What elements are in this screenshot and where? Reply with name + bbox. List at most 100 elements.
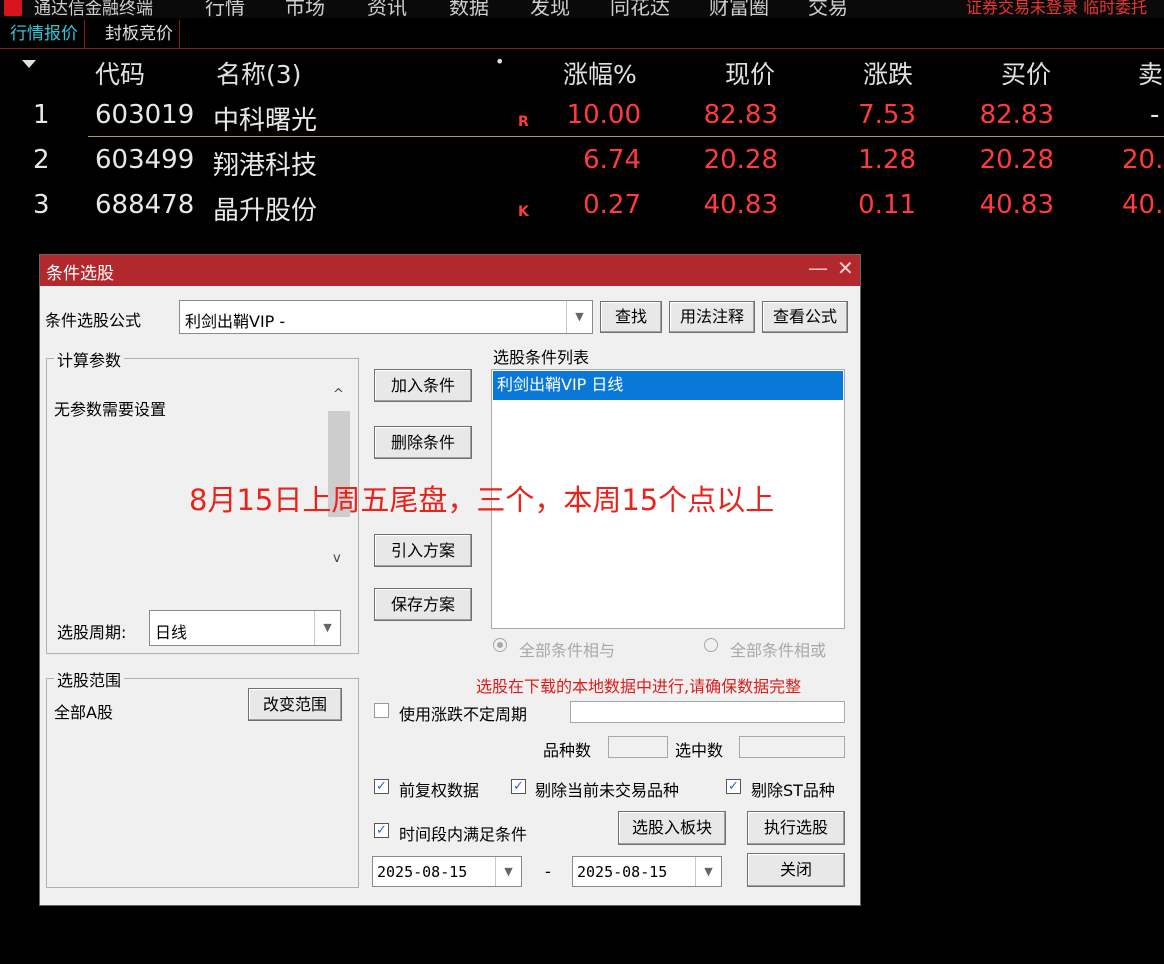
conditions-label: 选股条件列表 <box>493 348 590 367</box>
selected-field <box>739 736 845 758</box>
date-from-value: 2025-08-15 <box>377 863 468 881</box>
menu-item-wealth[interactable]: 财富圈 <box>709 0 769 18</box>
column-header-price[interactable]: 现价 <box>725 55 775 91</box>
execute-button[interactable]: 执行选股 <box>747 811 845 845</box>
top-menu-bar: 通达信金融终端 行情 市场 资讯 数据 发现 同花达 财富圈 交易 证券交易未登… <box>0 0 1164 18</box>
close-button[interactable]: 关闭 <box>747 853 845 887</box>
app-logo-icon <box>4 0 22 16</box>
exclude-untraded-checkbox[interactable]: ✓ <box>511 779 526 794</box>
formula-label: 条件选股公式 <box>45 311 142 330</box>
count-field <box>608 736 668 758</box>
sort-down-icon[interactable] <box>22 60 36 68</box>
menu-item-market[interactable]: 行情 <box>205 0 245 18</box>
overlay-annotation: 8月15日上周五尾盘，三个，本周15个点以上 <box>189 483 775 517</box>
row-change-pct: 6.74 <box>583 145 641 175</box>
save-scheme-button[interactable]: 保存方案 <box>374 588 472 621</box>
row-code: 688478 <box>95 190 195 220</box>
app-title: 通达信金融终端 <box>34 0 153 18</box>
import-scheme-button[interactable]: 引入方案 <box>374 534 472 567</box>
row-change: 7.53 <box>858 100 916 130</box>
menu-item-data[interactable]: 数据 <box>449 0 489 18</box>
row-index: 1 <box>33 100 50 130</box>
row-name: 中科曙光 <box>213 106 318 136</box>
table-row[interactable]: 3 688478 晶升股份 K 0.27 40.83 0.11 40.83 40… <box>0 190 1164 230</box>
row-bid: 40.83 <box>979 190 1054 220</box>
tab-limit-auction[interactable]: 封板竞价 <box>99 20 180 48</box>
chevron-down-icon[interactable]: ▼ <box>566 301 592 333</box>
dialog-titlebar[interactable]: 条件选股 — ✕ <box>40 255 860 286</box>
period-combo[interactable]: 日线 ▼ <box>149 610 341 646</box>
column-header-change-pct[interactable]: 涨幅% <box>563 55 637 91</box>
menu-item-trade[interactable]: 交易 <box>808 0 848 18</box>
quote-tabs: 行情报价 封板竞价 <box>0 20 1164 49</box>
formula-value: 利剑出鞘VIP - <box>185 312 286 331</box>
row-name: 翔港科技 <box>213 151 318 181</box>
variable-period-checkbox[interactable] <box>374 703 389 718</box>
column-header-ask[interactable]: 卖 <box>1138 55 1163 91</box>
exclude-st-label: 剔除ST品种 <box>751 781 835 800</box>
delete-condition-button[interactable]: 删除条件 <box>374 426 472 459</box>
row-code: 603499 <box>95 145 195 175</box>
time-range-checkbox[interactable]: ✓ <box>374 823 389 838</box>
column-header-name[interactable]: 名称(3) <box>216 55 301 91</box>
menu-item-news[interactable]: 资讯 <box>367 0 407 18</box>
exclude-st-checkbox[interactable]: ✓ <box>726 779 741 794</box>
chevron-down-icon[interactable]: ▼ <box>495 857 521 886</box>
local-data-warning: 选股在下载的本地数据中进行,请确保数据完整 <box>476 677 802 696</box>
radio-or-label: 全部条件相或 <box>730 641 827 660</box>
login-status-warning: 证券交易未登录 临时委托 <box>966 0 1148 17</box>
radio-and-label: 全部条件相与 <box>519 641 616 660</box>
radio-or[interactable] <box>704 638 718 652</box>
row-change-pct: 10.00 <box>566 100 641 130</box>
radio-dot <box>497 642 503 648</box>
column-header-code[interactable]: 代码 <box>95 55 145 91</box>
row-bid: 82.83 <box>979 100 1054 130</box>
prior-adjust-checkbox[interactable]: ✓ <box>374 779 389 794</box>
change-range-button[interactable]: 改变范围 <box>248 688 342 721</box>
chevron-down-icon[interactable]: ▼ <box>314 611 340 645</box>
close-icon[interactable]: ✕ <box>837 256 854 280</box>
list-item[interactable]: 利剑出鞘VIP 日线 <box>493 371 843 400</box>
tab-quotes[interactable]: 行情报价 <box>4 20 85 48</box>
row-index: 3 <box>33 190 50 220</box>
table-row[interactable]: 1 603019 中科曙光 R 10.00 82.83 7.53 82.83 - <box>0 100 1164 140</box>
date-separator: - <box>545 862 551 881</box>
find-button[interactable]: 查找 <box>600 301 662 333</box>
row-name: 晶升股份 <box>213 196 318 226</box>
row-change-pct: 0.27 <box>583 190 641 220</box>
menu-item-community[interactable]: 同花达 <box>610 0 670 18</box>
chevron-down-icon[interactable]: ▼ <box>695 857 721 886</box>
date-to-combo[interactable]: 2025-08-15 ▼ <box>572 856 722 887</box>
to-block-button[interactable]: 选股入板块 <box>618 811 726 845</box>
row-flag: R <box>518 114 529 130</box>
params-group-title: 计算参数 <box>54 347 125 371</box>
minimize-icon[interactable]: — <box>808 256 828 280</box>
exclude-untraded-label: 剔除当前未交易品种 <box>535 781 680 800</box>
variable-period-label: 使用涨跌不定周期 <box>399 705 528 724</box>
column-header-bid[interactable]: 买价 <box>1001 55 1051 91</box>
chevron-down-icon[interactable]: v <box>333 551 341 566</box>
view-formula-button[interactable]: 查看公式 <box>762 301 848 333</box>
formula-combo[interactable]: 利剑出鞘VIP - ▼ <box>179 300 593 334</box>
column-header-change[interactable]: 涨跌 <box>863 55 913 91</box>
usage-notes-button[interactable]: 用法注释 <box>669 301 755 333</box>
prior-adjust-label: 前复权数据 <box>399 781 480 800</box>
row-bid: 20.28 <box>979 145 1054 175</box>
dialog-title: 条件选股 <box>46 264 114 284</box>
add-condition-button[interactable]: 加入条件 <box>374 369 472 402</box>
range-group-title: 选股范围 <box>54 667 125 691</box>
radio-and[interactable] <box>493 638 507 652</box>
count-label: 品种数 <box>543 741 592 760</box>
menu-item-discover[interactable]: 发现 <box>530 0 570 18</box>
menu-item-markets[interactable]: 市场 <box>285 0 325 18</box>
variable-period-field[interactable] <box>570 701 845 723</box>
column-header-dot[interactable]: • <box>495 52 504 71</box>
table-row[interactable]: 2 603499 翔港科技 6.74 20.28 1.28 20.28 20.2 <box>0 145 1164 185</box>
date-to-value: 2025-08-15 <box>577 863 668 881</box>
date-from-combo[interactable]: 2025-08-15 ▼ <box>372 856 522 887</box>
chevron-up-icon[interactable]: ^ <box>333 387 344 402</box>
range-value: 全部A股 <box>54 703 113 722</box>
row-change: 1.28 <box>858 145 916 175</box>
row-code: 603019 <box>95 100 195 130</box>
row-change: 0.11 <box>858 190 916 220</box>
